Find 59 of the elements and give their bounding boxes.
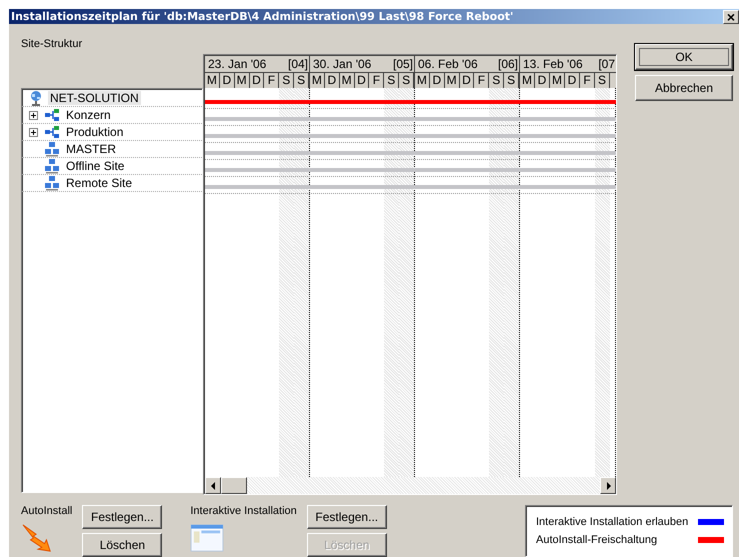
network-group-icon (44, 107, 60, 123)
day-header: D (565, 73, 580, 88)
scroll-right-icon[interactable] (606, 482, 610, 490)
network-group-icon (44, 124, 60, 140)
week-date: 06. Feb '06 (418, 57, 478, 71)
day-header: M (340, 73, 355, 88)
day-header: M (234, 73, 250, 88)
week-number: [04] (288, 57, 308, 71)
tree-item[interactable]: MASTER (64, 142, 118, 156)
expand-icon[interactable] (28, 128, 38, 136)
day-header: D (535, 73, 550, 88)
day-header: F (264, 73, 280, 88)
day-header: D (430, 73, 445, 88)
day-header: D (460, 73, 474, 88)
tree-item[interactable]: Offline Site (64, 159, 126, 173)
week-date: 30. Jan '06 (313, 57, 372, 71)
week-date: 23. Jan '06 (208, 57, 266, 71)
day-header: M (444, 73, 460, 88)
legend-label: Interaktive Installation erlauben (536, 516, 688, 528)
day-header: D (324, 73, 340, 88)
interactive-install-label: Interaktive Installation (190, 505, 297, 517)
computers-icon (44, 158, 60, 174)
week-number: [06] (498, 57, 518, 71)
dialog-button[interactable]: Festlegen... (82, 505, 162, 529)
tree-item[interactable]: Konzern (64, 108, 113, 122)
day-header: D (354, 73, 370, 88)
day-header: M (415, 73, 430, 88)
day-header: D (220, 73, 235, 88)
day-header: D (250, 73, 264, 88)
horizontal-scrollbar[interactable] (205, 477, 616, 494)
globe-icon (28, 90, 44, 106)
site-structure-label: Site-Struktur (21, 38, 82, 52)
expand-icon[interactable] (28, 110, 38, 120)
tree-item[interactable]: Produktion (64, 125, 126, 139)
dialog-button[interactable]: Abbrechen (635, 75, 733, 101)
autoinstall-label: AutoInstall (21, 505, 72, 517)
day-header: M (550, 73, 565, 88)
day-header: M (310, 73, 325, 88)
window-icon (190, 523, 224, 553)
day-header: M (520, 73, 535, 88)
scroll-left-icon[interactable] (210, 482, 216, 490)
day-header: F (580, 73, 595, 88)
computers-icon (44, 141, 60, 157)
week-number: [07 (598, 57, 615, 71)
week-number: [05] (392, 57, 413, 71)
week-date: 13. Feb '06 (523, 57, 583, 71)
tree-item[interactable]: Remote Site (64, 176, 134, 190)
close-button[interactable]: × (723, 10, 739, 24)
computers-icon (44, 175, 60, 191)
scroll-thumb[interactable] (221, 477, 247, 494)
dialog-button[interactable]: Festlegen... (306, 505, 387, 529)
tree-item[interactable]: NET-SOLUTION (48, 91, 141, 105)
day-header: F (474, 73, 490, 88)
legend-label: AutoInstall-Freischaltung (536, 534, 658, 546)
day-header: F (369, 73, 384, 88)
dialog-button[interactable]: Löschen (82, 533, 162, 557)
dialog-button[interactable]: OK (635, 44, 733, 70)
day-header: M (205, 73, 220, 88)
window-title: Installationszeitplan für 'db:MasterDB\4 Administration\99 Last\98 Force Reboot' (11, 10, 514, 23)
